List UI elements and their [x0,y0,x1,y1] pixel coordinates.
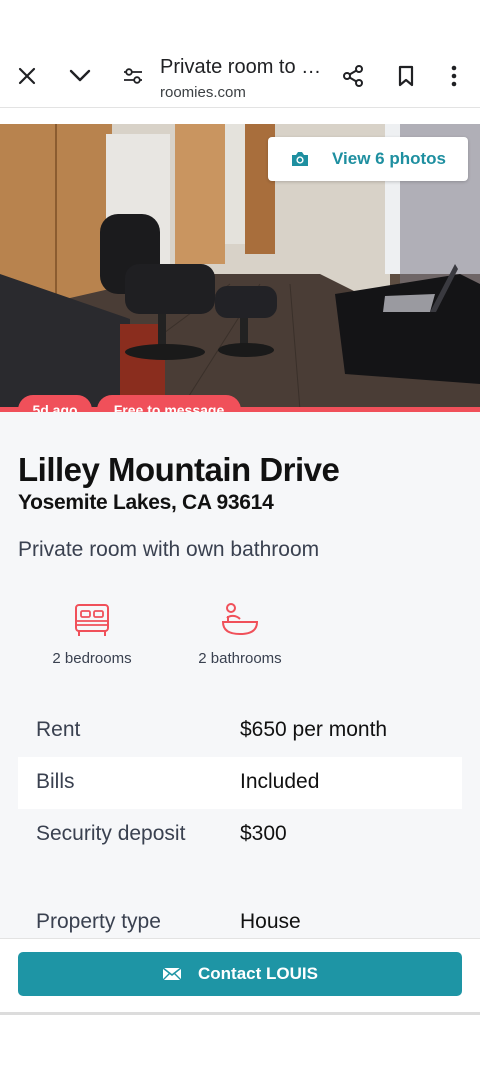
detail-value: $650 per month [240,718,388,741]
browser-toolbar: Private room to … roomies.com [0,44,480,108]
view-photos-button[interactable]: View 6 photos [268,137,468,181]
detail-row-rent: Rent $650 per month [18,705,462,757]
contact-button-label: Contact LOUIS [198,964,318,983]
camera-icon [290,150,310,173]
mail-icon [162,967,182,981]
detail-row-bills: Bills Included [18,757,462,809]
feature-bedrooms: 2 bedrooms [17,600,167,667]
bookmark-icon[interactable] [390,60,422,92]
listing-details: Lilley Mountain Drive Yosemite Lakes, CA… [0,412,480,938]
bed-icon [17,600,167,640]
detail-key: Bills [36,770,75,793]
page: { "browser": { "title": "Private room to… [0,0,480,1067]
detail-key: Security deposit [36,822,186,845]
bottom-divider [0,1012,480,1015]
detail-value: Included [240,770,320,793]
more-vert-icon[interactable] [438,60,470,92]
contact-button[interactable]: Contact LOUIS [18,952,462,996]
detail-key: Property type [36,910,161,933]
view-photos-label: View 6 photos [332,149,446,168]
detail-value: $300 [240,822,287,845]
status-bar-space [0,0,480,44]
page-title: Private room to … [160,56,322,78]
detail-row-property-type: Property type House [18,897,462,938]
listing-title: Lilley Mountain Drive [18,451,340,488]
listing-location: Yosemite Lakes, CA 93614 [18,491,274,514]
bedrooms-label: 2 bedrooms [52,650,132,667]
listing-description: Private room with own bathroom [18,538,320,561]
close-icon[interactable] [11,60,43,92]
bath-icon [165,600,315,640]
chevron-down-icon[interactable] [64,60,96,92]
feature-bathrooms: 2 bathrooms [165,600,315,667]
detail-row-security-deposit: Security deposit $300 [18,809,462,861]
page-url[interactable]: roomies.com [160,84,246,101]
detail-key: Rent [36,718,81,741]
share-icon[interactable] [337,60,369,92]
bathrooms-label: 2 bathrooms [198,650,282,667]
tune-icon[interactable] [117,60,149,92]
detail-value: House [240,910,301,933]
